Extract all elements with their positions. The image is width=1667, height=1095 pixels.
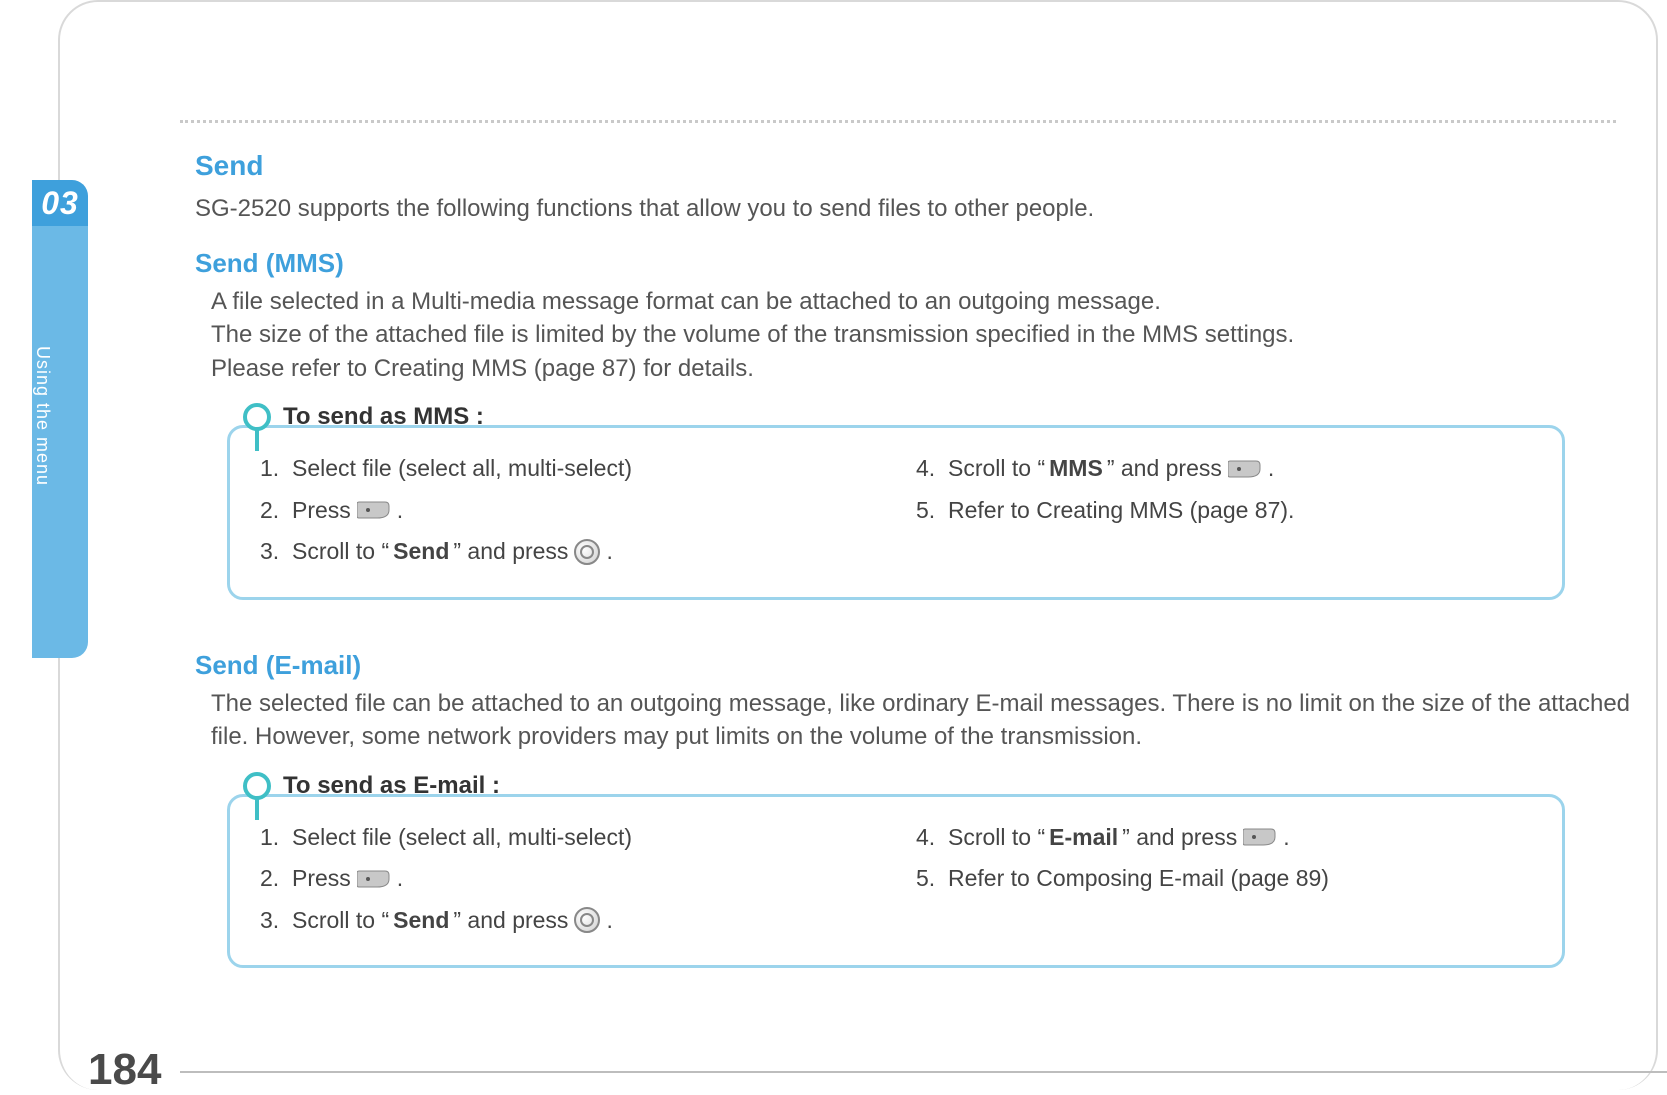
step-number: 1. xyxy=(260,448,288,489)
chapter-number: 03 xyxy=(41,185,79,222)
step-number: 2. xyxy=(260,858,288,899)
step-bold: MMS xyxy=(1049,448,1103,489)
heading-send-mms: Send (MMS) xyxy=(195,248,1645,279)
ok-button-icon xyxy=(574,539,600,565)
step-bold: Send xyxy=(393,900,449,941)
mms-desc-line3: Please refer to Creating MMS (page 87) f… xyxy=(211,352,1645,386)
step-text: Refer to Creating MMS (page 87). xyxy=(948,490,1294,531)
step-text: Scroll to “ xyxy=(948,817,1045,858)
email-steps-right: 4. Scroll to “E-mail” and press . 5. Ref… xyxy=(916,817,1532,941)
step-text: Press xyxy=(292,858,351,899)
mms-description: A file selected in a Multi-media message… xyxy=(211,285,1645,386)
email-step-4: 4. Scroll to “E-mail” and press . xyxy=(916,817,1532,858)
step-text: ” and press xyxy=(453,900,568,941)
step-text: Select file (select all, multi-select) xyxy=(292,448,632,489)
email-step-box: 1. Select file (select all, multi-select… xyxy=(227,794,1565,968)
mms-steps-right: 4. Scroll to “MMS” and press . 5. Refer … xyxy=(916,448,1532,572)
step-bold: Send xyxy=(393,531,449,572)
mms-step-4: 4. Scroll to “MMS” and press . xyxy=(916,448,1532,489)
softkey-icon xyxy=(357,500,391,520)
mms-desc-line1: A file selected in a Multi-media message… xyxy=(211,285,1645,319)
step-number: 4. xyxy=(916,817,944,858)
side-tab: Using the menu xyxy=(32,226,88,658)
period: . xyxy=(1283,817,1289,858)
email-step-5: 5. Refer to Composing E-mail (page 89) xyxy=(916,858,1532,899)
side-tab-label: Using the menu xyxy=(32,226,71,486)
mms-step-box: 1. Select file (select all, multi-select… xyxy=(227,425,1565,599)
send-intro: SG-2520 supports the following functions… xyxy=(195,192,1645,226)
email-step-3: 3. Scroll to “Send” and press . xyxy=(260,900,876,941)
email-desc: The selected file can be attached to an … xyxy=(211,687,1645,754)
mms-step-2: 2. Press . xyxy=(260,490,876,531)
page-number: 184 xyxy=(88,1045,161,1095)
period: . xyxy=(606,900,612,941)
step-text: ” and press xyxy=(1122,817,1237,858)
softkey-icon xyxy=(1228,459,1262,479)
callout-ring-icon xyxy=(243,772,271,800)
step-number: 3. xyxy=(260,900,288,941)
mms-steps-left: 1. Select file (select all, multi-select… xyxy=(260,448,876,572)
step-number: 5. xyxy=(916,858,944,899)
period: . xyxy=(397,858,403,899)
chapter-badge: 03 xyxy=(32,180,88,226)
step-text: Scroll to “ xyxy=(292,531,389,572)
ok-button-icon xyxy=(574,907,600,933)
step-text: ” and press xyxy=(1107,448,1222,489)
mms-step-5: 5. Refer to Creating MMS (page 87). xyxy=(916,490,1532,531)
heading-send: Send xyxy=(195,150,1645,182)
period: . xyxy=(606,531,612,572)
step-number: 5. xyxy=(916,490,944,531)
step-text: Select file (select all, multi-select) xyxy=(292,817,632,858)
email-step-1: 1. Select file (select all, multi-select… xyxy=(260,817,876,858)
content-area: Send SG-2520 supports the following func… xyxy=(195,150,1645,968)
step-number: 4. xyxy=(916,448,944,489)
step-bold: E-mail xyxy=(1049,817,1118,858)
document-page: Send SG-2520 supports the following func… xyxy=(58,0,1658,1090)
step-text: Press xyxy=(292,490,351,531)
step-number: 1. xyxy=(260,817,288,858)
period: . xyxy=(1268,448,1274,489)
email-step-2: 2. Press . xyxy=(260,858,876,899)
step-text: Refer to Composing E-mail (page 89) xyxy=(948,858,1329,899)
step-text: ” and press xyxy=(453,531,568,572)
step-text: Scroll to “ xyxy=(292,900,389,941)
page-footer-rule xyxy=(180,1071,1667,1073)
step-number: 2. xyxy=(260,490,288,531)
email-section: Send (E-mail) The selected file can be a… xyxy=(195,650,1645,968)
email-steps-left: 1. Select file (select all, multi-select… xyxy=(260,817,876,941)
email-description: The selected file can be attached to an … xyxy=(211,687,1645,754)
softkey-icon xyxy=(357,869,391,889)
mms-desc-line2: The size of the attached file is limited… xyxy=(211,318,1645,352)
mms-step-3: 3. Scroll to “Send” and press . xyxy=(260,531,876,572)
step-number: 3. xyxy=(260,531,288,572)
dotted-divider xyxy=(180,120,1616,123)
softkey-icon xyxy=(1243,827,1277,847)
period: . xyxy=(397,490,403,531)
mms-step-1: 1. Select file (select all, multi-select… xyxy=(260,448,876,489)
heading-send-email: Send (E-mail) xyxy=(195,650,1645,681)
step-text: Scroll to “ xyxy=(948,448,1045,489)
